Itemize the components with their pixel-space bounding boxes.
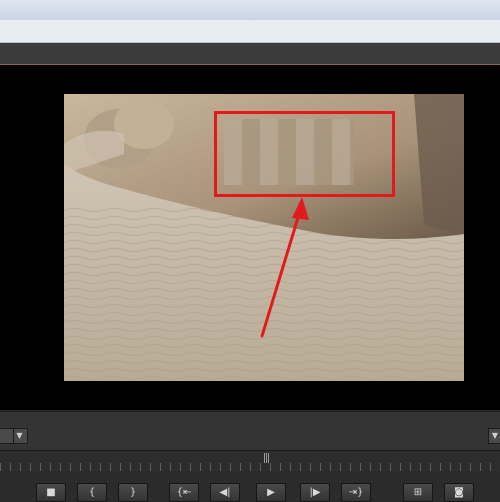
chevron-down-icon[interactable]: ▼ bbox=[13, 429, 25, 443]
go-to-in-icon: {⇤ bbox=[176, 487, 192, 498]
window-titlebar bbox=[0, 0, 500, 21]
go-to-out-button[interactable]: ⇥} bbox=[341, 483, 371, 502]
stop-button[interactable]: ■ bbox=[36, 483, 66, 502]
step-back-button[interactable]: ◀| bbox=[210, 483, 240, 502]
go-to-in-button[interactable]: {⇤ bbox=[169, 483, 199, 502]
mark-in-button[interactable]: { bbox=[77, 483, 107, 502]
playhead-grip[interactable] bbox=[264, 453, 270, 463]
tab-strip bbox=[0, 20, 500, 43]
transport-controls: ■ { } {⇤ ◀| ▶ |▶ ⇥} ⊞ ◙ bbox=[0, 471, 500, 502]
play-icon: ▶ bbox=[267, 487, 275, 498]
play-button[interactable]: ▶ bbox=[256, 483, 286, 502]
step-back-icon: ◀| bbox=[219, 487, 231, 498]
mark-in-icon: { bbox=[88, 487, 96, 498]
program-monitor-header bbox=[0, 43, 500, 65]
annotation-arrow bbox=[260, 197, 309, 338]
chevron-down-icon[interactable]: ▼ bbox=[488, 428, 500, 444]
insert-icon: ⊞ bbox=[413, 487, 423, 498]
insert-button[interactable]: ⊞ bbox=[403, 483, 433, 502]
camera-icon: ◙ bbox=[454, 487, 464, 498]
camera-button[interactable]: ◙ bbox=[444, 483, 474, 502]
time-ruler[interactable] bbox=[0, 450, 500, 471]
go-to-out-icon: ⇥} bbox=[348, 487, 364, 498]
mark-out-icon: } bbox=[129, 487, 137, 498]
ruler-ticks bbox=[0, 463, 500, 471]
video-frame bbox=[64, 94, 464, 381]
step-forward-button[interactable]: |▶ bbox=[300, 483, 330, 502]
mark-out-button[interactable]: } bbox=[118, 483, 148, 502]
zoom-dropdown[interactable]: ▼ bbox=[0, 428, 28, 444]
program-monitor bbox=[0, 65, 500, 410]
stop-icon: ■ bbox=[46, 487, 56, 498]
step-forward-icon: |▶ bbox=[309, 487, 321, 498]
monitor-controls-bar: ▼ ▼ bbox=[0, 411, 500, 450]
